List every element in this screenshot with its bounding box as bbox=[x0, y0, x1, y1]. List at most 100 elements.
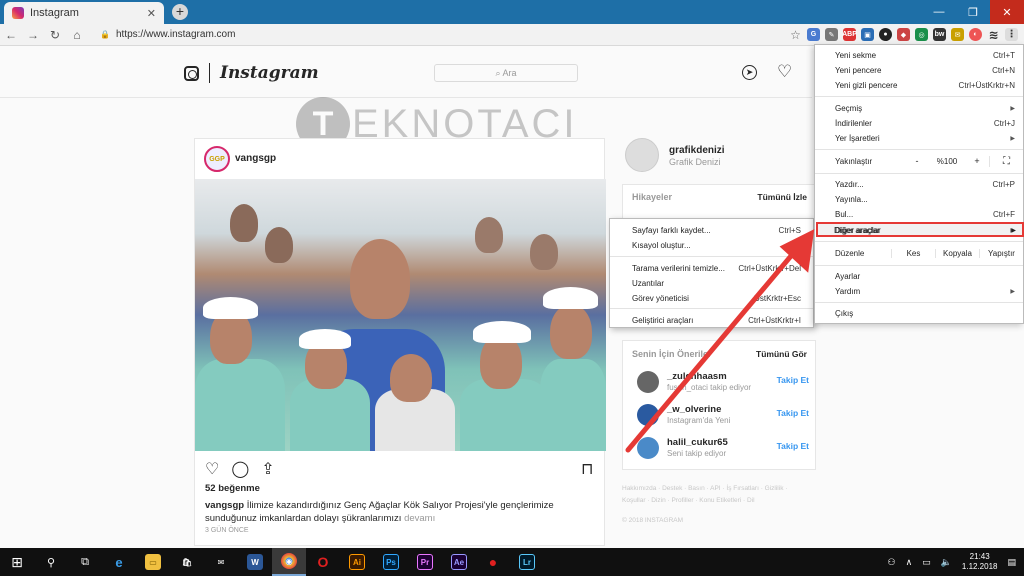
forward-arrow-icon[interactable]: → bbox=[22, 24, 44, 46]
footer-links[interactable]: Hakkımızda · Destek · Basın · API · İş F… bbox=[622, 483, 812, 507]
menu-item-history[interactable]: Geçmiş ▶ bbox=[815, 101, 1023, 115]
share-icon[interactable]: ⇪ bbox=[261, 459, 274, 479]
home-icon[interactable]: ⌂ bbox=[66, 24, 88, 46]
volume-icon[interactable]: 🔈 bbox=[941, 557, 952, 568]
browser-toolbar: ← → ↻ ⌂ 🔒 https://www.instagram.com ☆ G … bbox=[0, 24, 1024, 46]
extension-icon-10[interactable]: ◐ bbox=[969, 28, 982, 41]
illustrator-icon[interactable]: Ai bbox=[340, 548, 374, 576]
search-input[interactable]: ⌕ Ara bbox=[434, 64, 578, 82]
fullscreen-icon[interactable]: ⛶ bbox=[989, 155, 1023, 167]
tab-close-icon[interactable]: ✕ bbox=[147, 7, 156, 20]
menu-item-cast[interactable]: Yayınla... bbox=[815, 192, 1023, 206]
profile-avatar[interactable] bbox=[625, 138, 659, 172]
chrome-menu-icon[interactable]: ⋮ bbox=[1005, 28, 1018, 41]
zoom-label: Yakınlaştır bbox=[835, 156, 873, 166]
edit-label: Düzenle bbox=[835, 248, 865, 258]
menu-item-bookmarks[interactable]: Yer İşaretleri ▶ bbox=[815, 131, 1023, 145]
extension-icon-9[interactable]: ✉ bbox=[951, 28, 964, 41]
stories-title: Hikayeler bbox=[632, 192, 673, 202]
menu-item-exit[interactable]: Çıkış bbox=[815, 306, 1023, 320]
notifications-icon[interactable]: ▤ bbox=[1007, 557, 1016, 568]
tray-arrow-icon[interactable]: ∧ bbox=[906, 557, 913, 568]
extension-icon-4[interactable]: ▣ bbox=[861, 28, 874, 41]
chrome-taskbar-icon[interactable]: ◉ bbox=[272, 548, 306, 576]
menu-item-new-window[interactable]: Yeni pencere Ctrl+N bbox=[815, 63, 1023, 77]
zoom-value: %100 bbox=[936, 156, 958, 166]
red-annotation-arrow bbox=[625, 229, 815, 453]
new-tab-button[interactable]: + bbox=[172, 4, 188, 20]
post-avatar[interactable]: GGP bbox=[204, 146, 230, 172]
like-count[interactable]: 52 beğenme bbox=[205, 483, 260, 494]
like-heart-icon[interactable]: ♡ bbox=[205, 459, 219, 479]
minimize-button[interactable]: — bbox=[922, 0, 956, 24]
submenu-arrow-icon: ▶ bbox=[1011, 227, 1016, 234]
word-icon[interactable]: W bbox=[238, 548, 272, 576]
back-arrow-icon[interactable]: ← bbox=[0, 24, 22, 46]
zoom-in-button[interactable]: + bbox=[965, 156, 989, 166]
extension-icon-8[interactable]: bw bbox=[933, 28, 946, 41]
premiere-icon[interactable]: Pr bbox=[408, 548, 442, 576]
adblock-extension-icon[interactable]: ABP bbox=[842, 28, 857, 41]
stories-see-all-link[interactable]: Tümünü İzle bbox=[757, 192, 807, 202]
tab-strip: Instagram ✕ + — ❐ ✕ bbox=[0, 0, 1024, 24]
menu-item-incognito[interactable]: Yeni gizli pencere Ctrl+ÜstKrktr+N bbox=[815, 78, 1023, 92]
menu-item-settings[interactable]: Ayarlar bbox=[815, 269, 1023, 283]
people-icon[interactable]: ⚇ bbox=[887, 557, 895, 568]
post-photo[interactable] bbox=[195, 179, 606, 451]
clock[interactable]: 21:43 1.12.2018 bbox=[962, 552, 998, 572]
after-effects-icon[interactable]: Ae bbox=[442, 548, 476, 576]
cut-button[interactable]: Kes bbox=[891, 248, 935, 258]
extension-icon-11[interactable]: ≋ bbox=[987, 28, 1000, 42]
translate-extension-icon[interactable]: G bbox=[807, 28, 820, 41]
zoom-out-button[interactable]: - bbox=[905, 156, 929, 166]
post-username[interactable]: vangsgp bbox=[235, 153, 276, 164]
menu-item-downloads[interactable]: İndirilenler Ctrl+J bbox=[815, 116, 1023, 130]
tab-instagram[interactable]: Instagram ✕ bbox=[4, 2, 164, 24]
edge-icon[interactable]: e bbox=[102, 548, 136, 576]
reload-icon[interactable]: ↻ bbox=[44, 24, 66, 46]
menu-item-find[interactable]: Bul... Ctrl+F bbox=[815, 207, 1023, 221]
profile-username[interactable]: grafikdenizi bbox=[669, 145, 725, 156]
caption-text: İlimize kazandırdığınız Genç Ağaçlar Kök… bbox=[205, 500, 554, 524]
lightroom-icon[interactable]: Lr bbox=[510, 548, 544, 576]
recorder-icon[interactable]: ● bbox=[476, 548, 510, 576]
caption-username[interactable]: vangsgp bbox=[205, 500, 244, 511]
tab-title: Instagram bbox=[30, 7, 79, 19]
profile-fullname: Grafik Denizi bbox=[669, 157, 721, 167]
network-icon[interactable]: ▭ bbox=[922, 557, 931, 568]
mail-icon[interactable]: ✉ bbox=[204, 548, 238, 576]
caption-more-link[interactable]: devamı bbox=[404, 513, 435, 524]
bookmark-star-icon[interactable]: ☆ bbox=[789, 28, 802, 42]
maximize-button[interactable]: ❐ bbox=[956, 0, 990, 24]
extension-icon-7[interactable]: ◎ bbox=[915, 28, 928, 41]
save-bookmark-icon[interactable]: ⊓ bbox=[581, 459, 593, 479]
search-icon[interactable]: ⚲ bbox=[34, 548, 68, 576]
instagram-logo[interactable]: Instagram bbox=[184, 63, 319, 83]
extension-icon-6[interactable]: ◆ bbox=[897, 28, 910, 41]
menu-item-new-tab[interactable]: Yeni sekme Ctrl+T bbox=[815, 48, 1023, 62]
comment-icon[interactable]: ◯ bbox=[231, 459, 249, 479]
opera-icon[interactable]: O bbox=[306, 548, 340, 576]
submenu-arrow-icon: ▶ bbox=[1010, 135, 1015, 142]
start-windows-icon[interactable]: ⊞ bbox=[0, 548, 34, 576]
file-explorer-icon[interactable]: ▭ bbox=[136, 548, 170, 576]
copy-button[interactable]: Kopyala bbox=[935, 248, 979, 258]
close-window-button[interactable]: ✕ bbox=[990, 0, 1024, 24]
activity-heart-icon[interactable]: ♡ bbox=[777, 62, 792, 82]
menu-item-more-tools-label[interactable]: Diğer araçlar ▶ bbox=[814, 223, 1024, 237]
extension-icon-5[interactable]: ● bbox=[879, 28, 892, 41]
menu-item-help[interactable]: Yardım ▶ bbox=[815, 284, 1023, 298]
feed-post: GGP vangsgp ♡ ◯ ⇪ ⊓ 52 beğenme vangsgp İ… bbox=[194, 138, 606, 546]
instagram-favicon-icon bbox=[12, 7, 24, 19]
paste-button[interactable]: Yapıştır bbox=[979, 248, 1023, 258]
camera-icon bbox=[184, 65, 199, 81]
task-view-icon[interactable]: ⧉ bbox=[68, 548, 102, 576]
explore-compass-icon[interactable]: ➤ bbox=[742, 65, 757, 80]
address-bar[interactable]: 🔒 https://www.instagram.com bbox=[100, 29, 710, 40]
submenu-arrow-icon: ▶ bbox=[1010, 288, 1015, 295]
system-tray: ⚇ ∧ ▭ 🔈 21:43 1.12.2018 ▤ bbox=[887, 552, 1024, 572]
menu-item-print[interactable]: Yazdır... Ctrl+P bbox=[815, 177, 1023, 191]
extension-icon-2[interactable]: ✎ bbox=[825, 28, 838, 41]
photoshop-icon[interactable]: Ps bbox=[374, 548, 408, 576]
store-icon[interactable]: 🛍 bbox=[170, 548, 204, 576]
